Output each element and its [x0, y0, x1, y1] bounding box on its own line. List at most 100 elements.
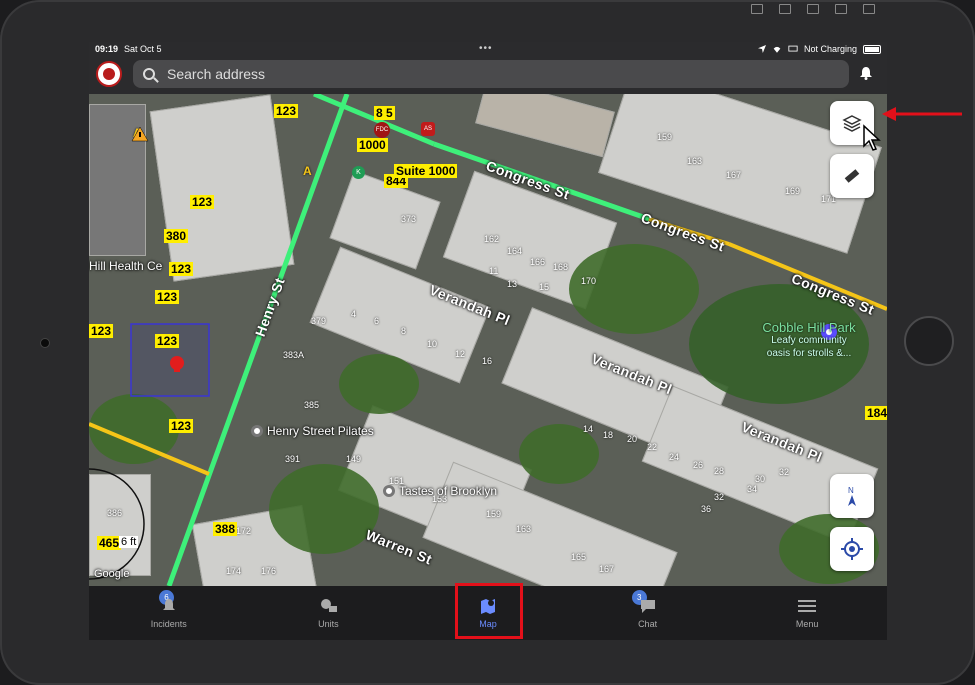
window-icon[interactable]: [751, 4, 763, 14]
tab-chat[interactable]: 3 Chat: [568, 586, 728, 640]
house-number: 14: [583, 424, 594, 434]
address-tag[interactable]: 388: [213, 522, 238, 536]
tab-menu[interactable]: Menu: [727, 586, 887, 640]
house-number: 10: [427, 339, 438, 349]
poi-tastes-of-brooklyn[interactable]: Tastes of Brooklyn: [383, 484, 497, 498]
google-attribution: Google: [94, 568, 130, 580]
battery-icon: [863, 44, 881, 54]
house-number: 32: [714, 492, 725, 502]
k-marker[interactable]: K: [352, 166, 365, 179]
house-number: 174: [226, 566, 242, 576]
address-tag[interactable]: 8 5: [374, 106, 395, 120]
app-screen: 09:19 Sat Oct 5 ••• Not Charging Search …: [89, 42, 887, 640]
house-number: 16: [482, 356, 493, 366]
address-tag[interactable]: 465: [97, 536, 122, 550]
multitask-dots-icon[interactable]: •••: [479, 43, 493, 54]
compass-icon: N: [848, 486, 856, 506]
address-tag[interactable]: 123: [274, 104, 299, 118]
chat-icon: [640, 600, 655, 613]
search-input[interactable]: [165, 65, 809, 83]
park-description: Leafy community oasis for strolls &...: [766, 335, 852, 359]
poi-henry-street-pilates[interactable]: Henry Street Pilates: [251, 424, 374, 438]
screen-mirror-icon: [788, 45, 798, 52]
poi-label: Tastes of Brooklyn: [399, 484, 498, 498]
house-number: 30: [755, 474, 766, 484]
as-marker[interactable]: AS: [421, 122, 435, 136]
home-button[interactable]: [904, 316, 954, 366]
status-date: Sat Oct 5: [124, 44, 162, 54]
scale-distance: 6 ft: [119, 536, 139, 548]
house-number: 34: [747, 484, 758, 494]
house-number: 163: [687, 156, 703, 166]
park-label[interactable]: Cobble Hill Park Leafy community oasis f…: [759, 321, 859, 360]
warning-icon[interactable]: [131, 126, 149, 142]
department-logo[interactable]: [96, 61, 122, 87]
house-number: 168: [553, 262, 569, 272]
house-number: 15: [539, 282, 550, 292]
address-tag[interactable]: 123: [169, 262, 194, 276]
house-number: 383A: [283, 350, 305, 360]
poi-pin-icon: [251, 425, 263, 437]
window-icon[interactable]: [807, 4, 819, 14]
window-icon[interactable]: [835, 4, 847, 14]
tab-incidents[interactable]: 6 Incidents: [89, 586, 249, 640]
crosshair-icon: [841, 538, 863, 560]
layers-icon: [842, 115, 862, 132]
address-tag[interactable]: 123: [89, 324, 114, 338]
map-tab-highlight-box: [455, 583, 523, 639]
house-number: 22: [647, 442, 658, 452]
wifi-icon: [773, 46, 781, 53]
house-number: 165: [571, 552, 587, 562]
house-number: 13: [507, 279, 518, 289]
address-tag[interactable]: 123: [155, 334, 180, 348]
house-number: 24: [669, 452, 680, 462]
status-bar: 09:19 Sat Oct 5 ••• Not Charging: [89, 42, 887, 56]
house-number: 169: [785, 186, 801, 196]
house-number: 28: [714, 466, 725, 476]
a-marker[interactable]: A: [303, 164, 312, 178]
house-number: 36: [701, 504, 712, 514]
satellite-map[interactable]: Congress St Congress St Congress St Henr…: [89, 94, 887, 586]
compass-button[interactable]: N: [830, 474, 874, 518]
bell-icon[interactable]: [859, 66, 873, 80]
bell-icon: [162, 599, 175, 610]
house-number: 32: [779, 467, 790, 477]
tab-units[interactable]: Units: [249, 586, 409, 640]
house-number: 164: [507, 246, 523, 256]
address-tag[interactable]: 380: [164, 229, 189, 243]
mouse-cursor-icon: [863, 124, 881, 151]
incident-pin-icon[interactable]: [167, 354, 187, 374]
address-tag[interactable]: 184: [865, 406, 887, 420]
house-number: 26: [693, 460, 704, 470]
fdc-marker[interactable]: FDC: [374, 122, 390, 138]
svg-text:N: N: [848, 486, 854, 495]
top-bar: [89, 56, 887, 94]
tab-label: Menu: [795, 619, 819, 629]
front-camera: [40, 338, 50, 348]
house-number: 11: [489, 266, 499, 276]
house-number: 20: [627, 434, 638, 444]
address-tag[interactable]: 123: [169, 419, 194, 433]
host-window-icons: [751, 4, 875, 14]
address-tag[interactable]: 1000: [357, 138, 388, 152]
poi-health-center[interactable]: Hill Health Ce: [89, 259, 162, 273]
my-location-button[interactable]: [830, 527, 874, 571]
search-bar[interactable]: [133, 60, 849, 88]
address-tag[interactable]: 123: [155, 290, 180, 304]
address-tag[interactable]: Suite 1000: [394, 164, 458, 178]
charging-status: Not Charging: [803, 44, 857, 54]
red-arrow-annotation: [882, 107, 962, 121]
tab-label: Chat: [638, 619, 658, 629]
measure-button[interactable]: [830, 154, 874, 198]
house-number: 8: [401, 326, 407, 336]
house-number: 170: [581, 276, 597, 286]
poi-label: Henry Street Pilates: [267, 424, 374, 438]
address-tag[interactable]: 123: [190, 195, 215, 209]
house-number: 12: [455, 349, 466, 359]
house-number: 391: [285, 454, 301, 464]
tab-label: Units: [318, 619, 339, 629]
search-icon: [143, 68, 155, 80]
house-number: 4: [351, 309, 357, 319]
window-icon[interactable]: [779, 4, 791, 14]
window-icon[interactable]: [863, 4, 875, 14]
